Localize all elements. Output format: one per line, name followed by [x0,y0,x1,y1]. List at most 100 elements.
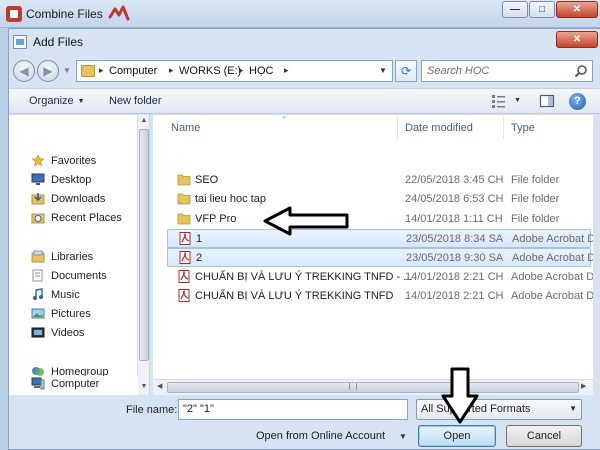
online-account-label: Open from Online Account [256,430,386,442]
maximize-button[interactable]: □ [529,1,555,18]
forward-button[interactable]: ▶ [37,60,59,82]
file-type: Adobe Acrobat D... [512,232,593,245]
nav-item-label: Videos [51,327,85,339]
chevron-down-icon: ▼ [77,98,85,105]
navigation-scrollbar[interactable]: ▲ ▼ [137,115,149,395]
file-type: Adobe Acrobat D... [512,252,593,265]
organize-menu[interactable]: Organize ▼ [29,95,85,107]
column-header-date-modified[interactable]: Date modified [405,115,473,141]
scroll-up-icon[interactable]: ▲ [138,117,149,124]
back-arrow-icon: ◀ [19,64,29,78]
view-options-dropdown-icon[interactable]: ▼ [514,97,521,104]
file-name: VFP Pro [195,212,237,225]
table-row[interactable]: CHUẨN BỊ VÀ LƯU Ý TREKKING TNFD 14/01/201… [167,287,593,306]
desktop-icon [31,173,45,185]
dialog-close-button[interactable]: ✕ [556,31,598,48]
horizontal-scrollbar-thumb[interactable] [167,382,579,393]
address-bar[interactable]: ▸ Computer ▸ WORKS (E:) ▸ HỌC ▸ ▼ [76,60,393,82]
table-row[interactable]: 2 23/05/2018 9:30 SA Adobe Acrobat D... [167,248,593,268]
column-header-name[interactable]: Name [171,115,200,141]
navigation-pane: Favorites Desktop Downloads Recent Place… [9,115,150,395]
table-row[interactable]: tai lieu hoc tap 24/05/2018 6:53 CH File f… [167,190,591,209]
close-icon: ✕ [572,4,582,15]
breadcrumb-computer[interactable]: Computer [109,65,157,77]
nav-item-label: Desktop [51,174,92,186]
file-date-modified: 14/01/2018 1:11 CH [405,212,503,225]
file-name-input[interactable]: "2" "1" [178,399,408,420]
maximize-icon: □ [538,4,546,15]
scroll-right-icon[interactable]: ▶ [581,382,586,390]
search-icon[interactable] [574,64,588,78]
cancel-button[interactable]: Cancel [506,425,582,447]
breadcrumb-separator-icon[interactable]: ▸ [169,65,174,76]
scroll-down-icon[interactable]: ▼ [138,383,149,390]
computer-icon [31,377,45,390]
navigation-scrollbar-thumb[interactable] [139,129,149,361]
nav-computer[interactable]: Computer [13,376,138,394]
nav-item-label: Pictures [51,308,91,320]
file-type: File folder [511,212,560,225]
dialog-title-bar: Add Files ✕ [9,29,600,55]
preview-pane-icon[interactable] [539,93,555,109]
nav-item-label: Documents [51,270,107,282]
column-divider[interactable] [397,117,398,139]
recent-locations-dropdown[interactable]: ▼ [63,66,71,75]
outer-close-button[interactable]: ✕ [556,1,598,18]
new-folder-button[interactable]: New folder [109,95,162,107]
minimize-icon: — [510,4,520,15]
table-row[interactable]: VFP Pro 14/01/2018 1:11 CH File folder [167,210,591,229]
minimize-button[interactable]: — [502,1,528,18]
refresh-icon: ⟳ [400,64,412,78]
table-row[interactable]: SEO 22/05/2018 3:45 CH File folder [167,171,591,190]
search-box[interactable]: Search HỌC [421,60,593,82]
file-type: Adobe Acrobat D... [511,289,593,302]
nav-item-label: Music [51,289,80,301]
column-header-type[interactable]: Type [511,115,535,141]
breadcrumb-separator-icon[interactable]: ▸ [99,65,104,76]
downloads-icon [31,193,45,205]
dialog-icon [13,35,27,49]
scrollbar-grip-icon [349,383,357,390]
table-row[interactable]: CHUẨN BỊ VÀ LƯU Ý TREKKING TNFD - ... 14/… [167,268,593,287]
column-divider[interactable] [503,117,504,139]
dialog-title: Add Files [33,35,84,49]
breadcrumb-separator-icon[interactable]: ▸ [239,65,244,76]
file-type: File folder [511,193,560,206]
open-from-online-account-button[interactable]: Open from Online Account ▼ [256,430,407,442]
music-icon [33,288,43,300]
documents-icon [32,269,43,282]
file-name: CHUẨN BỊ VÀ LƯU Ý TREKKING TNFD [195,289,394,302]
refresh-button[interactable]: ⟳ [395,60,417,82]
search-input[interactable]: Search HỌC [427,65,489,77]
breadcrumb-works-drive[interactable]: WORKS (E:) [179,65,241,77]
help-icon[interactable]: ? [569,93,586,110]
breadcrumb-separator-icon[interactable]: ▸ [284,65,289,76]
table-row[interactable]: 1 23/05/2018 8:34 SA Adobe Acrobat D... [167,228,593,248]
sort-indicator-icon: ⌃ [281,115,288,124]
scroll-left-icon[interactable]: ◀ [157,382,162,390]
pdf-icon [178,288,190,302]
address-dropdown-icon[interactable]: ▼ [377,64,389,78]
pdf-icon [178,269,190,283]
nav-item-label: Downloads [51,193,106,205]
open-button[interactable]: Open [418,425,496,447]
nav-computer-label: Computer [51,378,100,390]
file-list-horizontal-scrollbar[interactable]: ◀ ▶ [153,379,593,395]
nav-libraries-label: Libraries [51,251,94,263]
pdf-icon [179,231,191,245]
forward-arrow-icon: ▶ [43,64,53,78]
nav-favorites-label: Favorites [51,155,97,167]
recent-places-icon [31,213,45,224]
acrobat-app-icon [6,6,22,22]
file-date-modified: 14/01/2018 2:21 CH [405,289,504,302]
breadcrumb-hoc[interactable]: HỌC [249,65,273,77]
view-options-icon[interactable] [491,93,507,109]
file-name-label: File name: [126,404,178,416]
add-files-dialog: Add Files ✕ ◀ ▶ ▼ ▸ Computer ▸ WORKS (E:… [8,28,600,450]
file-name: CHUẨN BỊ VÀ LƯU Ý TREKKING TNFD - ... [195,270,413,283]
annotation-down-arrow-icon [441,367,479,424]
back-button[interactable]: ◀ [13,60,35,82]
file-date-modified: 24/05/2018 6:53 CH [405,193,504,206]
file-name: 2 [196,252,203,265]
pdf-icon [179,251,191,265]
